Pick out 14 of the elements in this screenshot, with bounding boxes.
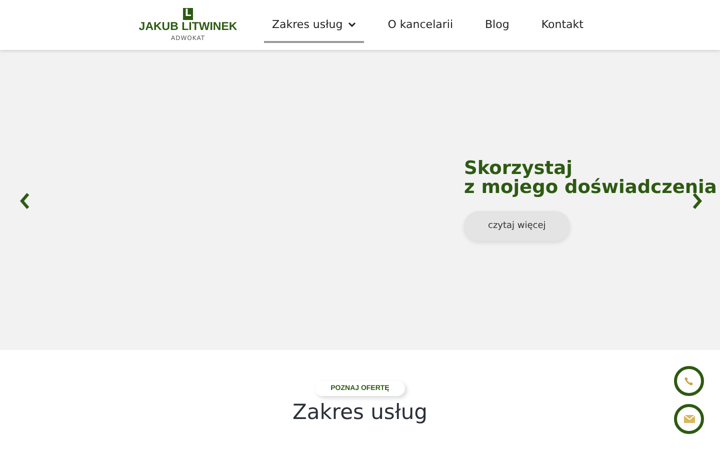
nav-link[interactable]: O kancelarii — [380, 8, 462, 42]
envelope-icon — [684, 415, 694, 423]
phone-button[interactable] — [674, 366, 704, 396]
hero-title: Skorzystaj z mojego doświadczenia — [464, 158, 717, 198]
logo-icon: L — [183, 8, 193, 20]
nav-link[interactable]: Blog — [477, 8, 518, 42]
phone-icon — [684, 376, 694, 386]
chevron-down-icon — [348, 22, 356, 26]
section-title: Zakres usług — [292, 400, 428, 424]
read-more-button[interactable]: czytaj więcej — [464, 211, 570, 242]
mail-button[interactable] — [674, 404, 704, 434]
nav-link[interactable]: Kontakt — [533, 8, 592, 42]
logo-name[interactable]: JAKUB LITWINEK — [138, 22, 238, 34]
nav-link[interactable]: Zakres usług — [264, 8, 364, 42]
